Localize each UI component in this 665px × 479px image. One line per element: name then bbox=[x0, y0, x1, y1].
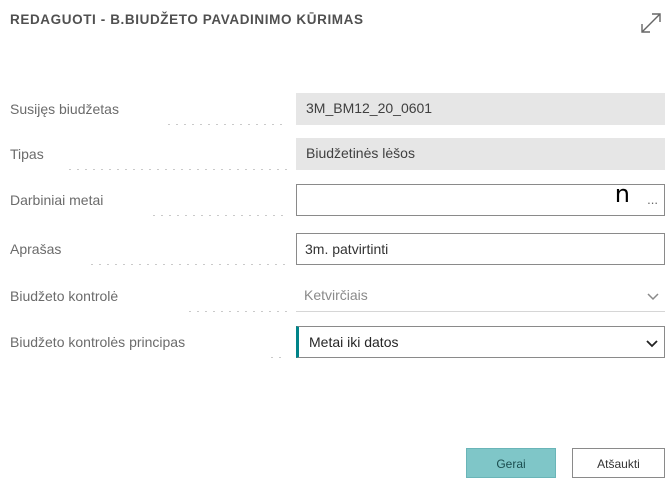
leader-dots bbox=[165, 93, 287, 125]
leader-dots bbox=[88, 233, 287, 265]
working-year-input[interactable]: n ... bbox=[296, 184, 665, 216]
control-principle-label: Biudžeto kontrolės principas bbox=[10, 334, 186, 350]
type-field: Biudžetinės lėšos bbox=[296, 138, 665, 170]
leader-dots bbox=[268, 326, 287, 358]
description-input[interactable]: 3m. patvirtinti bbox=[296, 233, 665, 265]
leader-dots bbox=[150, 184, 287, 216]
row-working-year: Darbiniai metai n ... bbox=[0, 184, 665, 216]
working-year-overlay-char: n bbox=[614, 184, 630, 208]
leader-dots bbox=[66, 138, 287, 170]
budget-control-select[interactable]: Ketvirčiais bbox=[296, 280, 665, 312]
lookup-button[interactable]: ... bbox=[647, 185, 658, 215]
row-description: Aprašas 3m. patvirtinti bbox=[0, 233, 665, 265]
budget-control-label: Biudžeto kontrolė bbox=[10, 288, 119, 304]
type-label: Tipas bbox=[10, 146, 44, 162]
row-budget-control: Biudžeto kontrolė Ketvirčiais bbox=[0, 280, 665, 312]
row-control-principle: Biudžeto kontrolės principas Metai iki d… bbox=[0, 326, 665, 358]
cancel-button[interactable]: Atšaukti bbox=[572, 448, 665, 478]
row-type: Tipas Biudžetinės lėšos bbox=[0, 138, 665, 170]
chevron-down-icon bbox=[647, 293, 659, 301]
control-principle-select[interactable]: Metai iki datos bbox=[296, 326, 665, 358]
expand-icon[interactable] bbox=[638, 10, 664, 36]
working-year-label: Darbiniai metai bbox=[10, 192, 104, 208]
row-related-budget: Susijęs biudžetas 3M_BM12_20_0601 bbox=[0, 93, 665, 125]
related-budget-field: 3M_BM12_20_0601 bbox=[296, 93, 665, 125]
budget-control-value: Ketvirčiais bbox=[304, 287, 368, 303]
related-budget-label: Susijęs biudžetas bbox=[10, 101, 119, 117]
dialog-title: REDAGUOTI - B.BIUDŽETO PAVADINIMO KŪRIMA… bbox=[10, 12, 364, 27]
description-label: Aprašas bbox=[10, 241, 62, 257]
control-principle-value: Metai iki datos bbox=[309, 334, 399, 350]
chevron-down-icon bbox=[646, 340, 658, 348]
leader-dots bbox=[186, 280, 287, 312]
ok-button[interactable]: Gerai bbox=[466, 448, 556, 478]
